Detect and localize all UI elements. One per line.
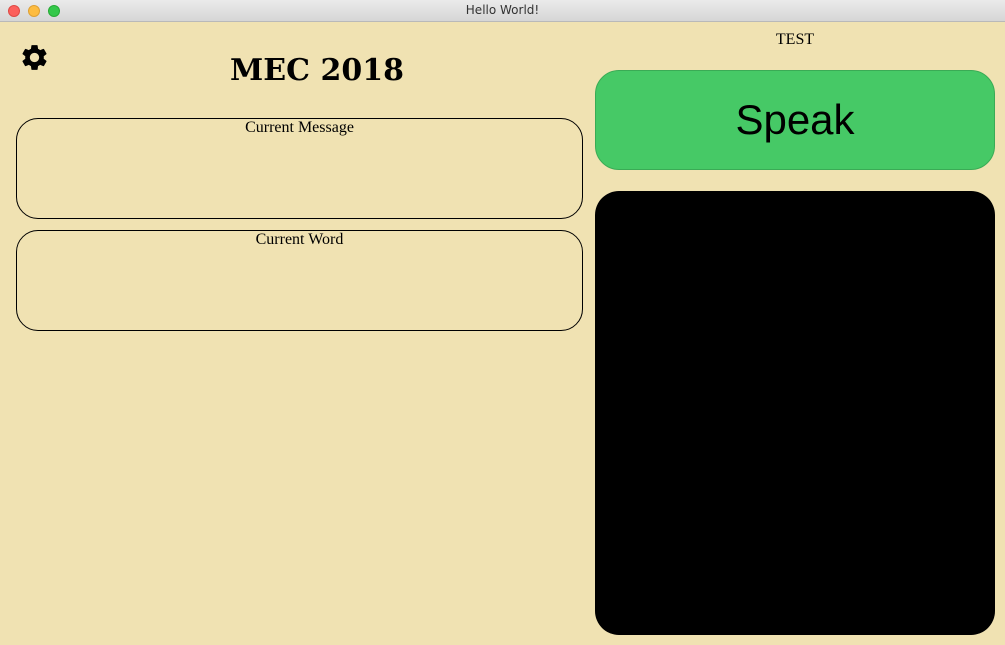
current-word-value — [17, 263, 582, 291]
current-word-label: Current Word — [255, 231, 344, 248]
current-message-panel: Current Message — [16, 118, 583, 219]
video-feed-panel — [595, 191, 995, 635]
current-message-label: Current Message — [245, 119, 354, 136]
speak-button[interactable]: Speak — [595, 70, 995, 170]
current-message-value — [17, 151, 582, 179]
app-window: Hello World! MEC 2018 Current Message Cu… — [0, 0, 1005, 645]
window-titlebar[interactable]: Hello World! — [0, 0, 1005, 22]
window-title: Hello World! — [465, 3, 540, 17]
current-word-panel: Current Word — [16, 230, 583, 331]
page-title: MEC 2018 — [230, 53, 404, 88]
test-label: TEST — [775, 31, 815, 48]
